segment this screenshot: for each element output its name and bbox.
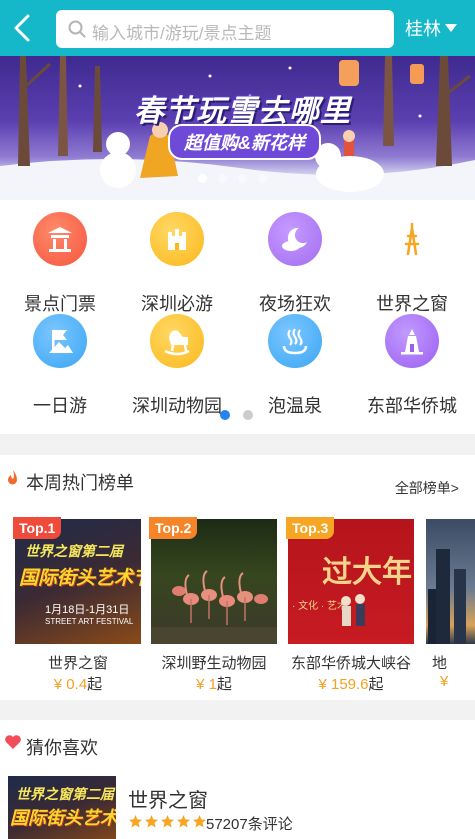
skyline-photo	[428, 549, 466, 644]
hot-item-name: 深圳野生动物园	[161, 655, 267, 672]
hot-item-name: 世界之窗	[47, 655, 108, 672]
poster-dates: 1月18日-1月31日	[45, 604, 130, 616]
tower-icon	[385, 212, 439, 266]
hot-card[interactable]: 地 ¥	[426, 519, 475, 694]
price-suffix: 起	[87, 676, 103, 693]
review-count: 57207条评论	[206, 816, 293, 833]
category-label: 一日游	[33, 396, 87, 416]
hot-section-header: 本周热门榜单 全部榜单>	[0, 455, 475, 507]
category-label: 夜场狂欢	[259, 294, 331, 314]
hot-ranking-section: 本周热门榜单 全部榜单> 世界之窗第二届 国际街头艺术节 1月18日-1月31日…	[0, 455, 475, 700]
category-label: 深圳动物园	[132, 396, 222, 416]
city-label: 桂林	[405, 19, 441, 39]
recommendation-item[interactable]: 世界之窗第二届 国际街头艺术节 世界之窗 57207条评论	[0, 776, 475, 839]
banner-dot[interactable]	[198, 174, 207, 183]
category-grid: 景点门票 深圳必游 夜场狂欢 世界之窗 一日游 深圳动物园 泡温泉 东部华侨城	[0, 200, 475, 434]
star-icon	[161, 815, 174, 828]
price-value: ¥ 159.6	[318, 676, 369, 693]
star-icon	[145, 815, 158, 828]
hot-card[interactable]: 过大年 · 文化 · 艺术 Top.3 东部华侨城大峡谷 ¥ 159.6起	[286, 517, 414, 694]
rank-badge: Top.2	[149, 517, 198, 539]
fire-icon	[8, 470, 17, 485]
star-icon	[193, 815, 206, 828]
moon-cloud-icon	[268, 212, 322, 266]
ticket-gate-icon	[33, 212, 87, 266]
poster-line1: 世界之窗第二届	[16, 786, 114, 802]
category-night[interactable]: 夜场狂欢	[236, 212, 354, 314]
hot-card[interactable]: 世界之窗第二届 国际街头艺术节 1月18日-1月31日 STREET ART F…	[13, 517, 141, 694]
poster-en: STREET ART FESTIVAL	[45, 617, 134, 626]
rating-stars	[128, 814, 207, 829]
poster-line2: 国际街头艺术节	[19, 568, 141, 589]
category-hot-spring[interactable]: 泡温泉	[236, 314, 354, 416]
back-arrow-icon	[14, 14, 30, 42]
rank-badge: Top.1	[13, 517, 62, 539]
guess-section-title: 猜你喜欢	[26, 738, 98, 758]
hot-card-image	[426, 519, 475, 644]
lighthouse-icon	[385, 314, 439, 368]
category-tickets[interactable]: 景点门票	[1, 212, 119, 314]
category-octbay[interactable]: 东部华侨城	[353, 314, 471, 416]
category-label: 深圳必游	[141, 294, 213, 314]
hot-item-name: 地	[432, 655, 448, 672]
banner-dot[interactable]	[238, 174, 247, 183]
recommendation-image: 世界之窗第二届 国际街头艺术节	[8, 776, 116, 839]
back-button[interactable]	[8, 10, 42, 46]
poster-line2: 国际街头艺术节	[10, 808, 116, 828]
poster-line1: 世界之窗第二届	[25, 543, 123, 559]
price-suffix: 起	[368, 676, 384, 693]
hot-item-price: ¥ 159.6起	[288, 673, 414, 694]
search-input[interactable]: 输入城市/游玩/景点主题	[56, 10, 394, 48]
price-value: ¥ 1	[196, 676, 217, 693]
city-selector[interactable]: 桂林	[405, 15, 457, 41]
hot-card[interactable]: Top.2 深圳野生动物园 ¥ 1起	[149, 517, 277, 694]
hot-spring-icon	[268, 314, 322, 368]
banner-dot[interactable]	[258, 174, 267, 183]
star-icon	[129, 815, 142, 828]
star-icon	[177, 815, 190, 828]
castle-icon	[150, 212, 204, 266]
category-label: 景点门票	[24, 294, 96, 314]
category-label: 泡温泉	[268, 396, 322, 416]
category-shenzhen-must[interactable]: 深圳必游	[118, 212, 236, 314]
category-pagination	[220, 410, 253, 420]
hot-item-price: ¥ 1起	[151, 673, 277, 694]
category-zoo[interactable]: 深圳动物园	[118, 314, 236, 416]
promo-banner[interactable]: 春节玩雪去哪里 超值购&新花样	[0, 56, 475, 200]
hot-section-title: 本周热门榜单	[26, 473, 134, 493]
rank-badge: Top.3	[286, 517, 335, 539]
search-placeholder: 输入城市/游玩/景点主题	[92, 24, 272, 43]
price-value: ¥ 0.4	[53, 676, 88, 693]
banner-subtitle: 超值购&新花样	[168, 124, 321, 160]
recommendation-name: 世界之窗	[128, 790, 208, 812]
hot-item-price: ¥	[440, 673, 449, 690]
category-label: 世界之窗	[376, 294, 448, 314]
search-icon	[68, 20, 86, 38]
heart-icon	[5, 735, 21, 749]
caret-down-icon	[445, 24, 457, 32]
category-page-dot[interactable]	[243, 410, 253, 420]
category-label: 东部华侨城	[367, 396, 457, 416]
guess-you-like-section: 猜你喜欢 世界之窗第二届 国际街头艺术节 世界之窗 57207条评论	[0, 720, 475, 839]
hot-item-name: 东部华侨城大峡谷	[290, 655, 411, 672]
top-bar: 输入城市/游玩/景点主题 桂林	[0, 0, 475, 56]
flag-mountain-icon	[33, 314, 87, 368]
banner-dot[interactable]	[218, 174, 227, 183]
hot-item-price: ¥ 0.4起	[15, 673, 141, 694]
category-window-of-world[interactable]: 世界之窗	[353, 212, 471, 314]
category-day-tour[interactable]: 一日游	[1, 314, 119, 416]
category-page-dot[interactable]	[220, 410, 230, 420]
price-suffix: 起	[216, 676, 232, 693]
all-rankings-link[interactable]: 全部榜单>	[395, 478, 459, 498]
banner-pagination	[198, 174, 267, 183]
rocking-horse-icon	[150, 314, 204, 368]
